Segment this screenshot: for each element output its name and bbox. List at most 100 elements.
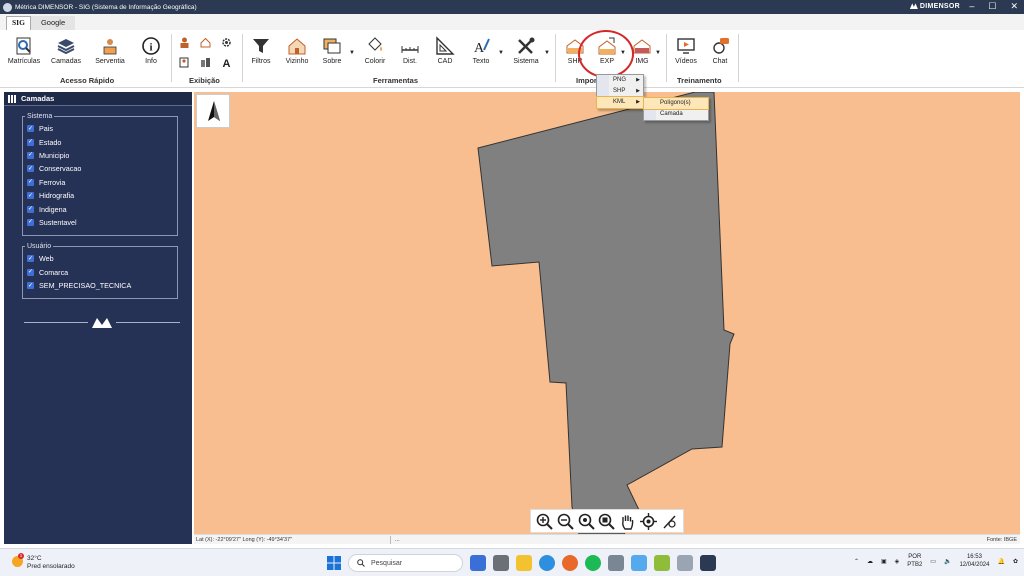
checkbox-checked-icon[interactable]: ✓ [27,125,34,133]
ribbon-separator [242,34,243,82]
spotify-icon[interactable] [585,555,601,571]
dimensor-mark-icon [92,318,112,328]
layer-item-municipio[interactable]: ✓ Municipio [27,149,171,162]
checkbox-checked-icon[interactable]: ✓ [27,178,34,186]
weather-widget[interactable]: 1 32°C Pred ensolarado [12,553,75,571]
zoom-out-icon[interactable] [557,513,574,530]
sobre-dropdown-arrow[interactable]: ▼ [349,50,355,56]
filter-funnel-icon [253,39,269,53]
neighbor-house-icon [288,38,306,55]
export-menu-item-kml[interactable]: KML ▶ [596,96,644,109]
cad-button[interactable]: CAD [432,36,458,65]
color-picker-icon[interactable]: ✿ [1013,558,1018,565]
windows-start-icon[interactable] [327,556,341,570]
taskbar-search-box[interactable]: Pesquisar [348,554,463,572]
close-button[interactable]: ✕ [1010,1,1018,12]
task-view-icon[interactable] [470,555,486,571]
notifications-icon[interactable]: 🔔 [997,558,1004,565]
usuario-layer-group: Usuário ✓ Web ✓ Comarca ✓ SEM_PRECISAO_TECN… [22,243,178,300]
chat-support-icon [713,38,729,54]
map-navigation-toolbar [530,509,684,533]
layer-item-comarca[interactable]: ✓ Comarca [27,266,171,279]
search-app-icon[interactable] [608,555,624,571]
checkbox-checked-icon[interactable]: ✓ [27,268,34,276]
photos-app-icon[interactable] [631,555,647,571]
info-button[interactable]: i Info [138,36,164,65]
tray-overflow-icon[interactable]: ⌃ [854,558,859,565]
file-explorer-icon[interactable] [516,555,532,571]
checkbox-checked-icon[interactable]: ✓ [27,192,34,200]
checkbox-checked-icon[interactable]: ✓ [27,218,34,226]
display-icon[interactable]: ▭ [930,558,936,565]
checkbox-checked-icon[interactable]: ✓ [27,151,34,159]
locate-target-icon[interactable] [640,512,658,530]
volume-icon[interactable]: 🔈 [944,558,951,565]
tab-sig[interactable]: SIG [6,16,31,30]
sistema-dropdown-arrow[interactable]: ▼ [544,50,550,56]
store-app-icon[interactable] [677,555,693,571]
firefox-browser-icon[interactable] [562,555,578,571]
sobre-button[interactable]: Sobre [318,36,346,65]
chat-button[interactable]: Chat [708,36,732,65]
app-tray-icon[interactable]: ▣ [881,558,887,565]
layer-item-pais[interactable]: ✓ Pais [27,122,171,135]
buildings-icon[interactable] [200,57,211,68]
zoom-extent-icon[interactable] [578,513,595,530]
layer-item-web[interactable]: ✓ Web [27,252,171,265]
maximize-button[interactable]: ☐ [988,1,996,12]
text-label-icon[interactable]: A [221,57,232,68]
home-icon[interactable] [200,37,211,48]
sistema-button[interactable]: Sistema [510,36,542,65]
checkbox-checked-icon[interactable]: ✓ [27,165,34,173]
export-menu-item-png[interactable]: PNG ▶ [597,75,643,86]
layer-item-hidrografia[interactable]: ✓ Hidrografia [27,189,171,202]
videos-button[interactable]: Vídeos [672,36,700,65]
matriculas-button[interactable]: Matrículas [6,36,42,65]
submenu-arrow-icon: ▶ [636,77,640,83]
kml-menu-item-camada[interactable]: Camada [644,109,708,120]
clock[interactable]: 16:53 12/04/2024 [959,553,989,569]
layer-item-ferrovia[interactable]: ✓ Ferrovia [27,176,171,189]
checkbox-checked-icon[interactable]: ✓ [27,282,34,290]
cloud-icon[interactable]: ☁ [867,558,873,565]
chrome-browser-icon[interactable] [539,555,555,571]
layer-item-sustentavel[interactable]: ✓ Sustentavel [27,216,171,229]
search-icon [357,559,365,567]
tab-google[interactable]: Google [30,16,76,30]
dimensor-app-icon[interactable] [700,555,716,571]
windows-taskbar: 1 32°C Pred ensolarado Pesquisar ⌃ ☁ ▣ ◈… [0,548,1024,576]
layer-item-indigena[interactable]: ✓ Indigena [27,202,171,215]
texto-button[interactable]: A Texto [467,36,495,65]
shield-icon[interactable]: ◈ [895,558,900,565]
document-person-icon[interactable] [179,57,190,68]
pan-hand-icon[interactable] [619,513,636,530]
checkbox-checked-icon[interactable]: ✓ [27,138,34,146]
measure-tool-icon[interactable] [661,513,678,530]
checkbox-checked-icon[interactable]: ✓ [27,205,34,213]
keyboard-language[interactable]: POR PTB2 [907,553,922,569]
zoom-in-icon[interactable] [536,513,553,530]
serventia-button[interactable]: Serventia [91,36,129,65]
kml-menu-item-poligonos[interactable]: Polígono(s) [643,97,709,110]
person-icon[interactable] [179,37,190,48]
settings-gear-icon[interactable] [221,37,232,48]
ribbon-separator [666,34,667,82]
layer-item-estado[interactable]: ✓ Estado [27,135,171,148]
panel-menu-icon[interactable] [8,94,16,103]
notes-app-icon[interactable] [654,555,670,571]
export-menu-item-shp[interactable]: SHP ▶ [597,86,643,97]
map-canvas[interactable] [194,92,1020,534]
colorir-button[interactable]: Colorir [362,36,388,65]
dist-button[interactable]: Dist. [397,36,423,65]
camadas-button[interactable]: Camadas [48,36,84,65]
img-dropdown-arrow[interactable]: ▼ [655,50,661,56]
layer-item-conservacao[interactable]: ✓ Conservacao [27,162,171,175]
layer-item-sem-precisao-tecnica[interactable]: ✓ SEM_PRECISAO_TECNICA [27,279,171,292]
vizinho-button[interactable]: Vizinho [283,36,311,65]
calculator-icon[interactable] [493,555,509,571]
texto-dropdown-arrow[interactable]: ▼ [498,50,504,56]
filtros-button[interactable]: Filtros [248,36,274,65]
checkbox-checked-icon[interactable]: ✓ [27,255,34,263]
minimize-button[interactable]: – [969,1,974,12]
zoom-window-icon[interactable] [598,513,616,530]
